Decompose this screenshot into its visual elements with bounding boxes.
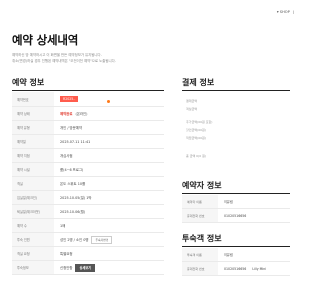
row-label: 객실: [12, 177, 54, 190]
row-label: 객실 요청: [12, 247, 54, 260]
table-row: 예약 유형 개인 / 방문예약: [12, 121, 164, 135]
guest-section-rule: [182, 246, 290, 247]
nav-separator: |: [292, 10, 294, 14]
table-row: 퇴실일(체크아웃) 2025.10.06(월): [12, 205, 164, 219]
row-label: 투숙정보: [12, 261, 54, 274]
row-value: 신청안함: [60, 266, 73, 270]
row-label: 예약일: [12, 135, 54, 148]
row-value: 2025.07.11 11:41: [60, 139, 91, 144]
table-row: 예약 지점 개심사점: [12, 149, 164, 163]
row-value: 2025.10.06(월): [60, 210, 86, 214]
description-line-2: 취소(변경)하실 경우 진행된 예약내역은 "오전이전 예약"으로 노출됩니다.: [12, 59, 116, 63]
row-value: 1매: [60, 224, 66, 228]
guest-section-title: 투숙객 정보: [182, 234, 222, 243]
row-value: 이유림: [224, 200, 233, 204]
row-label: 휴대전화 번호: [182, 262, 218, 275]
row-value: 특별요청: [60, 252, 73, 256]
view-details-button[interactable]: 상세보기: [75, 263, 96, 272]
row-label: 예약 수: [12, 219, 54, 232]
booker-section-title: 예약자 정보: [182, 181, 222, 190]
change-guests-button[interactable]: 투숙자변경: [91, 235, 113, 244]
row-value: 이유림: [224, 253, 233, 257]
shop-menu-link[interactable]: ▾ SHOP: [277, 10, 290, 14]
table-row: 예약 상태 예약완료 (온라인): [12, 107, 164, 121]
row-label: 투숙객 이름: [182, 248, 218, 261]
table-row: 투숙 인원 성인 2명 / 소인 0명 투숙자변경: [12, 233, 164, 247]
row-label: 투숙 인원: [12, 233, 54, 246]
row-value: 2025.10.05(일) 1박: [60, 196, 92, 200]
guest-extra-info: Lilly Mini: [252, 266, 267, 271]
row-value: 룸(4~6 프로그): [60, 168, 84, 172]
description-line-1: 예약하신 방 예약하시고 이 화면을 만든 예약정보가 유지됩니다.: [12, 53, 102, 57]
payment-section-rule: [182, 90, 290, 91]
payment-details: 결제금액 객실금액 추가금액(00원 포함) 할인금액(00원) 적립금액(00…: [182, 92, 290, 160]
row-value: 성인 2명 / 소인 0명: [60, 238, 89, 242]
guest-table: 투숙객 이름 이유림 휴대전화 번호 01020516656 Lilly Mini: [182, 248, 290, 276]
row-label: 예약 지점: [12, 149, 54, 162]
payment-line: 결제금액: [186, 99, 198, 103]
table-row: 객실 온도 스위트 10를: [12, 177, 164, 191]
table-row: 휴대전화 번호 01020516656 Lilly Mini: [182, 262, 290, 276]
reservation-status-extra: (온라인): [75, 112, 88, 116]
row-label: 예약 시설: [12, 163, 54, 176]
row-label: 예약자 이름: [182, 195, 218, 208]
booker-table: 예약자 이름 이유림 휴대전화 번호 01020516656: [182, 195, 290, 223]
reservation-section-rule: [12, 90, 164, 91]
row-value: 온도 스위트 10를: [60, 182, 86, 186]
payment-line: 객실금액: [186, 107, 198, 111]
row-label: 예약 유형: [12, 121, 54, 134]
payment-section-title: 결제 정보: [182, 78, 215, 87]
payment-line: 할인금액(00원): [186, 128, 206, 132]
table-row: 휴대전화 번호 01020516656: [182, 209, 290, 223]
payment-total: 총 금액 0(0 원): [186, 154, 207, 158]
booker-section-rule: [182, 193, 290, 194]
page-title: 예약 상세내역: [12, 33, 79, 47]
payment-line: 적립금액(00원): [186, 136, 206, 140]
row-value: 01020516656: [224, 213, 247, 218]
table-row: 예약번호 R2025..: [12, 92, 164, 107]
table-row: 투숙정보 신청안함 상세보기: [12, 261, 164, 275]
row-label: 휴대전화 번호: [182, 209, 218, 222]
row-value: 개심사점: [60, 154, 73, 158]
table-row: 예약일 2025.07.11 11:41: [12, 135, 164, 149]
row-label: 퇴실일(체크아웃): [12, 205, 54, 218]
table-row: 예약자 이름 이유림: [182, 195, 290, 209]
table-row: 예약 시설 룸(4~6 프로그): [12, 163, 164, 177]
reservation-table: 예약번호 R2025.. 예약 상태 예약완료 (온라인) 예약 유형 개인 / …: [12, 92, 164, 275]
table-row: 예약 수 1매: [12, 219, 164, 233]
payment-line: 추가금액(00원 포함): [186, 120, 213, 124]
table-row: 객실 요청 특별요청: [12, 247, 164, 261]
row-value: 01020516656: [224, 266, 247, 271]
row-label: 예약번호: [12, 92, 54, 106]
row-label: 입실일(체크인): [12, 191, 54, 204]
row-label: 예약 상태: [12, 107, 54, 120]
reservation-section-title: 예약 정보: [12, 78, 45, 87]
table-row: 투숙객 이름 이유림: [182, 248, 290, 262]
reservation-number-badge: R2025..: [60, 96, 79, 102]
notification-dot-icon: [107, 99, 111, 103]
reservation-status-value: 예약완료: [60, 112, 73, 116]
row-value: 개인 / 방문예약: [60, 126, 83, 130]
top-navigation: ▾ SHOP |: [277, 10, 294, 14]
table-row: 입실일(체크인) 2025.10.05(일) 1박: [12, 191, 164, 205]
